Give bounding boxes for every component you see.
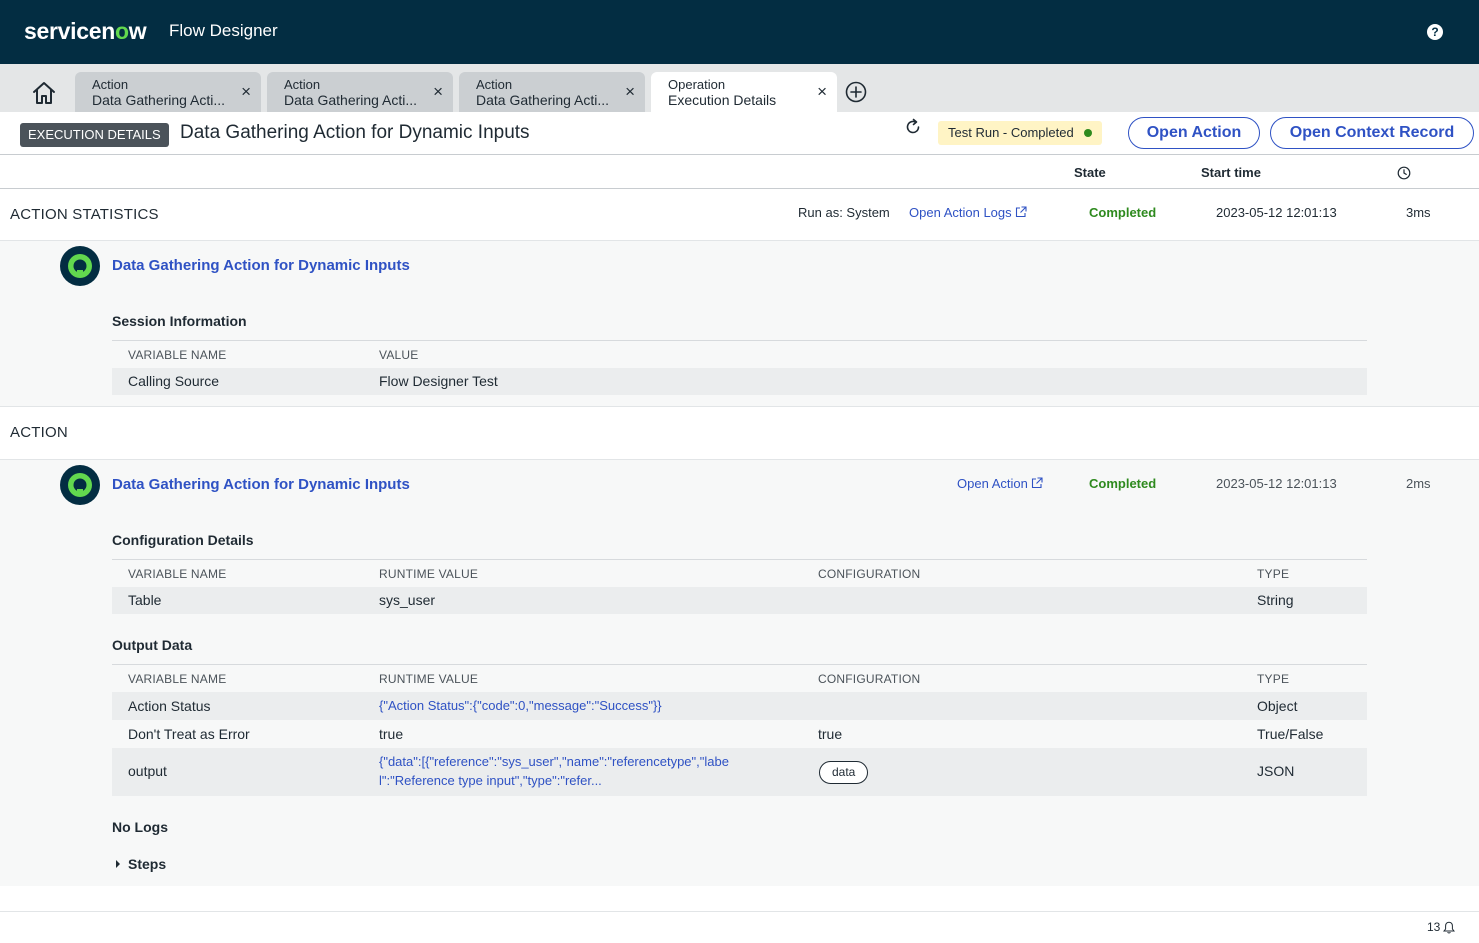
tab-execution-details[interactable]: Operation Execution Details × [651, 72, 837, 112]
statistics-state: Completed [1089, 205, 1157, 220]
table-row: Action Status {"Action Status":{"code":0… [112, 692, 1367, 720]
data-pill[interactable]: data [819, 761, 869, 784]
table-row: Table sys_user String [112, 587, 1367, 614]
help-icon[interactable]: ? [1427, 24, 1443, 40]
cell-variable-name: Don't Treat as Error [128, 726, 250, 742]
header-type: TYPE [1257, 567, 1290, 581]
tab-type-label: Action [92, 77, 129, 92]
header-type: TYPE [1257, 672, 1290, 686]
close-icon[interactable]: × [433, 83, 443, 100]
cell-runtime-value-link[interactable]: l":"Reference type input","type":"refer.… [379, 773, 602, 788]
tab-action-3[interactable]: Action Data Gathering Acti... × [459, 72, 645, 112]
status-dot-icon [1083, 129, 1092, 137]
cell-variable-name: output [128, 763, 167, 779]
output-data-title: Output Data [112, 637, 193, 653]
servicenow-logo[interactable]: servicenow [24, 18, 147, 45]
tab-name-label: Data Gathering Acti... [92, 92, 226, 108]
divider [0, 154, 1479, 155]
tab-type-label: Action [476, 77, 513, 92]
open-action-logs-label: Open Action Logs [909, 205, 1012, 220]
external-link-icon [1031, 477, 1043, 489]
divider [0, 406, 1479, 407]
cell-type: String [1257, 592, 1294, 608]
external-link-icon [1015, 206, 1027, 218]
session-table-header: VARIABLE NAME VALUE [112, 340, 1367, 368]
header-configuration: CONFIGURATION [818, 672, 921, 686]
cell-value: Flow Designer Test [379, 373, 498, 389]
open-context-record-button[interactable]: Open Context Record [1270, 117, 1474, 149]
header-runtime-value: RUNTIME VALUE [379, 672, 479, 686]
config-table-header: VARIABLE NAME RUNTIME VALUE CONFIGURATIO… [112, 559, 1367, 587]
refresh-icon[interactable] [904, 118, 922, 136]
open-action-link[interactable]: Open Action [957, 476, 1043, 491]
statistics-start-time: 2023-05-12 12:01:13 [1216, 205, 1337, 220]
app-title: Flow Designer [169, 21, 278, 40]
test-run-status-badge: Test Run - Completed [938, 121, 1102, 145]
page-title: Data Gathering Action for Dynamic Inputs [180, 122, 530, 143]
cell-runtime-value: sys_user [379, 592, 436, 608]
close-icon[interactable]: × [241, 83, 251, 100]
close-icon[interactable]: × [625, 83, 635, 100]
output-table-header: VARIABLE NAME RUNTIME VALUE CONFIGURATIO… [112, 664, 1367, 692]
statistics-action-name-link[interactable]: Data Gathering Action for Dynamic Inputs [112, 257, 410, 274]
tab-name-label: Data Gathering Acti... [284, 92, 418, 108]
bell-icon[interactable] [1443, 921, 1455, 934]
action-start-time: 2023-05-12 12:01:13 [1216, 476, 1337, 491]
caret-right-icon[interactable] [114, 859, 122, 869]
divider [0, 911, 1479, 912]
header-configuration: CONFIGURATION [818, 567, 921, 581]
cell-type: JSON [1257, 763, 1295, 779]
configuration-details-title: Configuration Details [112, 532, 254, 548]
cell-variable-name: Calling Source [128, 373, 220, 389]
action-statistics-title: ACTION STATISTICS [10, 206, 159, 223]
session-information-title: Session Information [112, 313, 247, 329]
no-logs-label: No Logs [112, 819, 168, 835]
execution-details-badge: EXECUTION DETAILS [20, 123, 169, 147]
cell-variable-name: Action Status [128, 698, 211, 714]
status-text: Test Run - Completed [948, 125, 1074, 140]
top-header: servicenow Flow Designer ? [0, 0, 1479, 64]
tab-action-2[interactable]: Action Data Gathering Acti... × [267, 72, 453, 112]
cell-type: Object [1257, 698, 1298, 714]
column-header-state: State [1074, 165, 1106, 180]
home-icon[interactable] [30, 80, 58, 106]
notification-count: 13 [1427, 920, 1441, 934]
action-duration: 2ms [1406, 476, 1431, 491]
divider [0, 188, 1479, 189]
statistics-duration: 3ms [1406, 205, 1431, 220]
tab-type-label: Action [284, 77, 321, 92]
header-variable-name: VARIABLE NAME [128, 672, 227, 686]
steps-toggle[interactable]: Steps [128, 856, 166, 872]
cell-runtime-value: true [379, 726, 404, 742]
header-runtime-value: RUNTIME VALUE [379, 567, 479, 581]
add-tab-icon[interactable] [845, 81, 867, 103]
action-icon [60, 465, 100, 505]
tab-type-label: Operation [668, 77, 726, 92]
cell-runtime-value-link[interactable]: {"data":[{"reference":"sys_user","name":… [379, 754, 729, 769]
tab-action-1[interactable]: Action Data Gathering Acti... × [75, 72, 261, 112]
table-row: output {"data":[{"reference":"sys_user",… [112, 748, 1367, 796]
close-icon[interactable]: × [817, 83, 827, 100]
table-row: Calling Source Flow Designer Test [112, 368, 1367, 395]
open-action-label: Open Action [957, 476, 1028, 491]
cell-type: True/False [1257, 726, 1324, 742]
action-icon [60, 246, 100, 286]
table-row: Don't Treat as Error true true True/Fals… [112, 720, 1367, 748]
action-section-title: ACTION [10, 424, 68, 441]
clock-icon [1397, 166, 1411, 180]
action-state: Completed [1089, 476, 1157, 491]
header-variable-name: VARIABLE NAME [128, 567, 227, 581]
open-action-button[interactable]: Open Action [1128, 117, 1260, 149]
tab-name-label: Data Gathering Acti... [476, 92, 610, 108]
cell-runtime-value-link[interactable]: {"Action Status":{"code":0,"message":"Su… [379, 698, 662, 713]
cell-variable-name: Table [128, 592, 162, 608]
header-value: VALUE [379, 348, 419, 362]
column-header-start-time: Start time [1201, 165, 1261, 180]
tab-name-label: Execution Details [668, 92, 777, 108]
cell-configuration: true [818, 726, 843, 742]
header-variable-name: VARIABLE NAME [128, 348, 227, 362]
action-name-link[interactable]: Data Gathering Action for Dynamic Inputs [112, 476, 410, 493]
open-action-logs-link[interactable]: Open Action Logs [909, 205, 1027, 220]
run-as-label: Run as: System [798, 205, 890, 220]
